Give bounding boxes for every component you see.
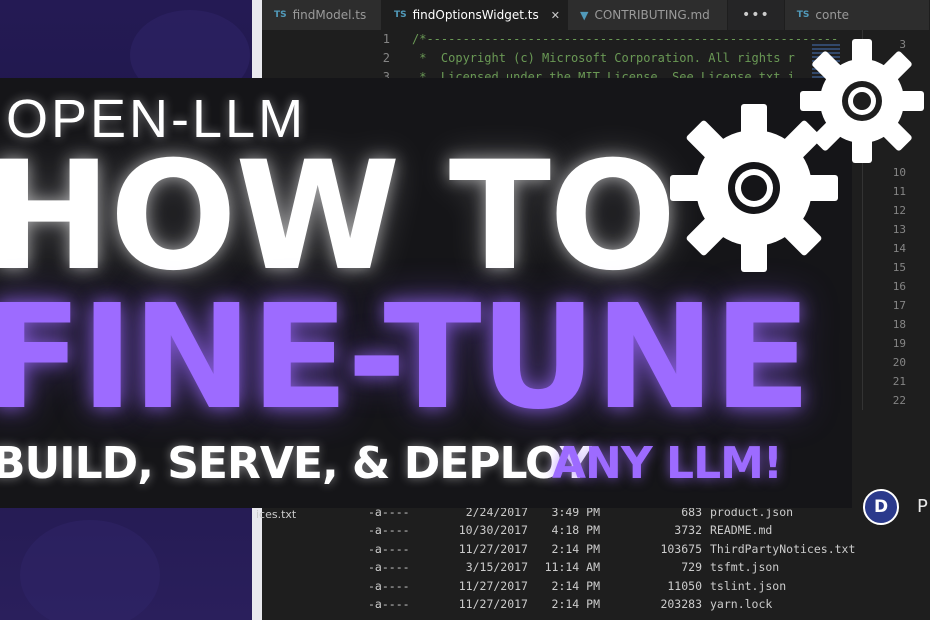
terminal-cell-time: 2:14 PM xyxy=(551,597,600,611)
terminal-cell-time: 4:18 PM xyxy=(551,523,600,537)
tab-findoptionswidget[interactable]: TS findOptionsWidget.ts ✕ xyxy=(382,0,568,30)
terminal-cell-size: 729 xyxy=(681,560,702,574)
line-number: 2 xyxy=(382,51,390,65)
table-row: -a---- 11/27/2017 2:14 PM 103675 ThirdPartyN… xyxy=(368,542,928,558)
title-any-llm: ANY LLM! xyxy=(552,438,783,489)
ts-file-icon: TS xyxy=(394,10,407,20)
tab-label: findOptionsWidget.ts xyxy=(412,8,539,22)
terminal-cell-size: 3732 xyxy=(674,523,702,537)
code-line: /*--------------------------------------… xyxy=(412,32,839,46)
decorative-shape xyxy=(20,520,160,620)
line-number: 10 xyxy=(892,166,906,179)
line-number: 1 xyxy=(382,32,390,46)
terminal-cell-mode: -a---- xyxy=(368,560,410,574)
ts-file-icon: TS xyxy=(796,10,810,20)
terminal-cell-name: yarn.lock xyxy=(710,597,773,611)
line-number: 20 xyxy=(892,356,906,369)
line-number: 18 xyxy=(892,318,906,331)
code-line: * Copyright (c) Microsoft Corporation. A… xyxy=(412,51,795,65)
tab-contributing[interactable]: ▼ CONTRIBUTING.md xyxy=(568,0,728,30)
terminal-cell-date: 11/27/2017 xyxy=(458,541,528,556)
terminal-cell-name: tsfmt.json xyxy=(710,560,780,574)
table-row: -a---- 11/27/2017 2:14 PM 11050 tslint.json xyxy=(368,579,928,595)
tab-label: CONTRIBUTING.md xyxy=(594,8,710,22)
line-number: 15 xyxy=(892,261,906,274)
ts-file-icon: TS xyxy=(274,10,287,20)
line-number: 22 xyxy=(892,394,906,407)
line-number: 21 xyxy=(892,375,906,388)
terminal-cell-name: tslint.json xyxy=(710,578,787,593)
table-row: -a---- 3/15/2017 11:14 AM 729 tsfmt.json xyxy=(368,560,928,576)
terminal-cell-name: README.md xyxy=(710,523,773,537)
line-number: 14 xyxy=(892,242,906,255)
terminal-cell-size: 203283 xyxy=(660,597,702,611)
table-row: -a---- 10/30/2017 4:18 PM 3732 README.md xyxy=(368,523,928,539)
avatar-label: P xyxy=(917,496,928,517)
terminal-cell-time: 2:14 PM xyxy=(551,578,600,593)
line-number: 16 xyxy=(892,280,906,293)
terminal-cell-date: 3/15/2017 xyxy=(465,560,528,574)
terminal-cell-date: 10/30/2017 xyxy=(458,523,528,537)
more-tabs-button[interactable]: ••• xyxy=(728,0,785,30)
tab-findmodel[interactable]: TS findModel.ts xyxy=(262,0,382,30)
tab-label: conte xyxy=(815,8,850,22)
line-number: 13 xyxy=(892,223,906,236)
terminal-cell-mode: -a---- xyxy=(368,597,410,611)
avatar[interactable]: D xyxy=(863,489,899,525)
gear-icon xyxy=(800,39,924,163)
line-number: 11 xyxy=(892,185,906,198)
terminal-cell-date: 11/27/2017 xyxy=(458,597,528,611)
terminal-cell-mode: -a---- xyxy=(368,578,410,593)
terminal-partial-text: ices.txt xyxy=(256,508,297,521)
markdown-file-icon: ▼ xyxy=(580,8,589,22)
terminal-cell-size: 103675 xyxy=(660,541,702,556)
line-number: 17 xyxy=(892,299,906,312)
terminal-cell-name: ThirdPartyNotices.txt xyxy=(710,541,856,556)
title-fine-tune: FINE-TUNE xyxy=(0,273,811,441)
close-icon[interactable]: ✕ xyxy=(551,9,560,22)
terminal-cell-date: 11/27/2017 xyxy=(458,578,528,593)
terminal-cell-mode: -a---- xyxy=(368,523,410,537)
title-build-serve-deploy: BUILD, SERVE, & DEPLOY xyxy=(0,438,592,489)
line-number: 12 xyxy=(892,204,906,217)
terminal-cell-mode: -a---- xyxy=(368,541,410,556)
tab-label: findModel.ts xyxy=(292,8,367,22)
title-how-to: HOW TO xyxy=(0,130,677,304)
terminal-cell-size: 11050 xyxy=(667,578,702,593)
line-number: 19 xyxy=(892,337,906,350)
terminal-cell-time: 2:14 PM xyxy=(551,541,600,556)
terminal-cell-time: 11:14 AM xyxy=(544,560,600,574)
table-row: -a---- 11/27/2017 2:14 PM 203283 yarn.lock xyxy=(368,597,928,613)
editor-tab-bar: TS findModel.ts TS findOptionsWidget.ts … xyxy=(262,0,930,30)
tab-context[interactable]: TS conte xyxy=(784,0,930,30)
